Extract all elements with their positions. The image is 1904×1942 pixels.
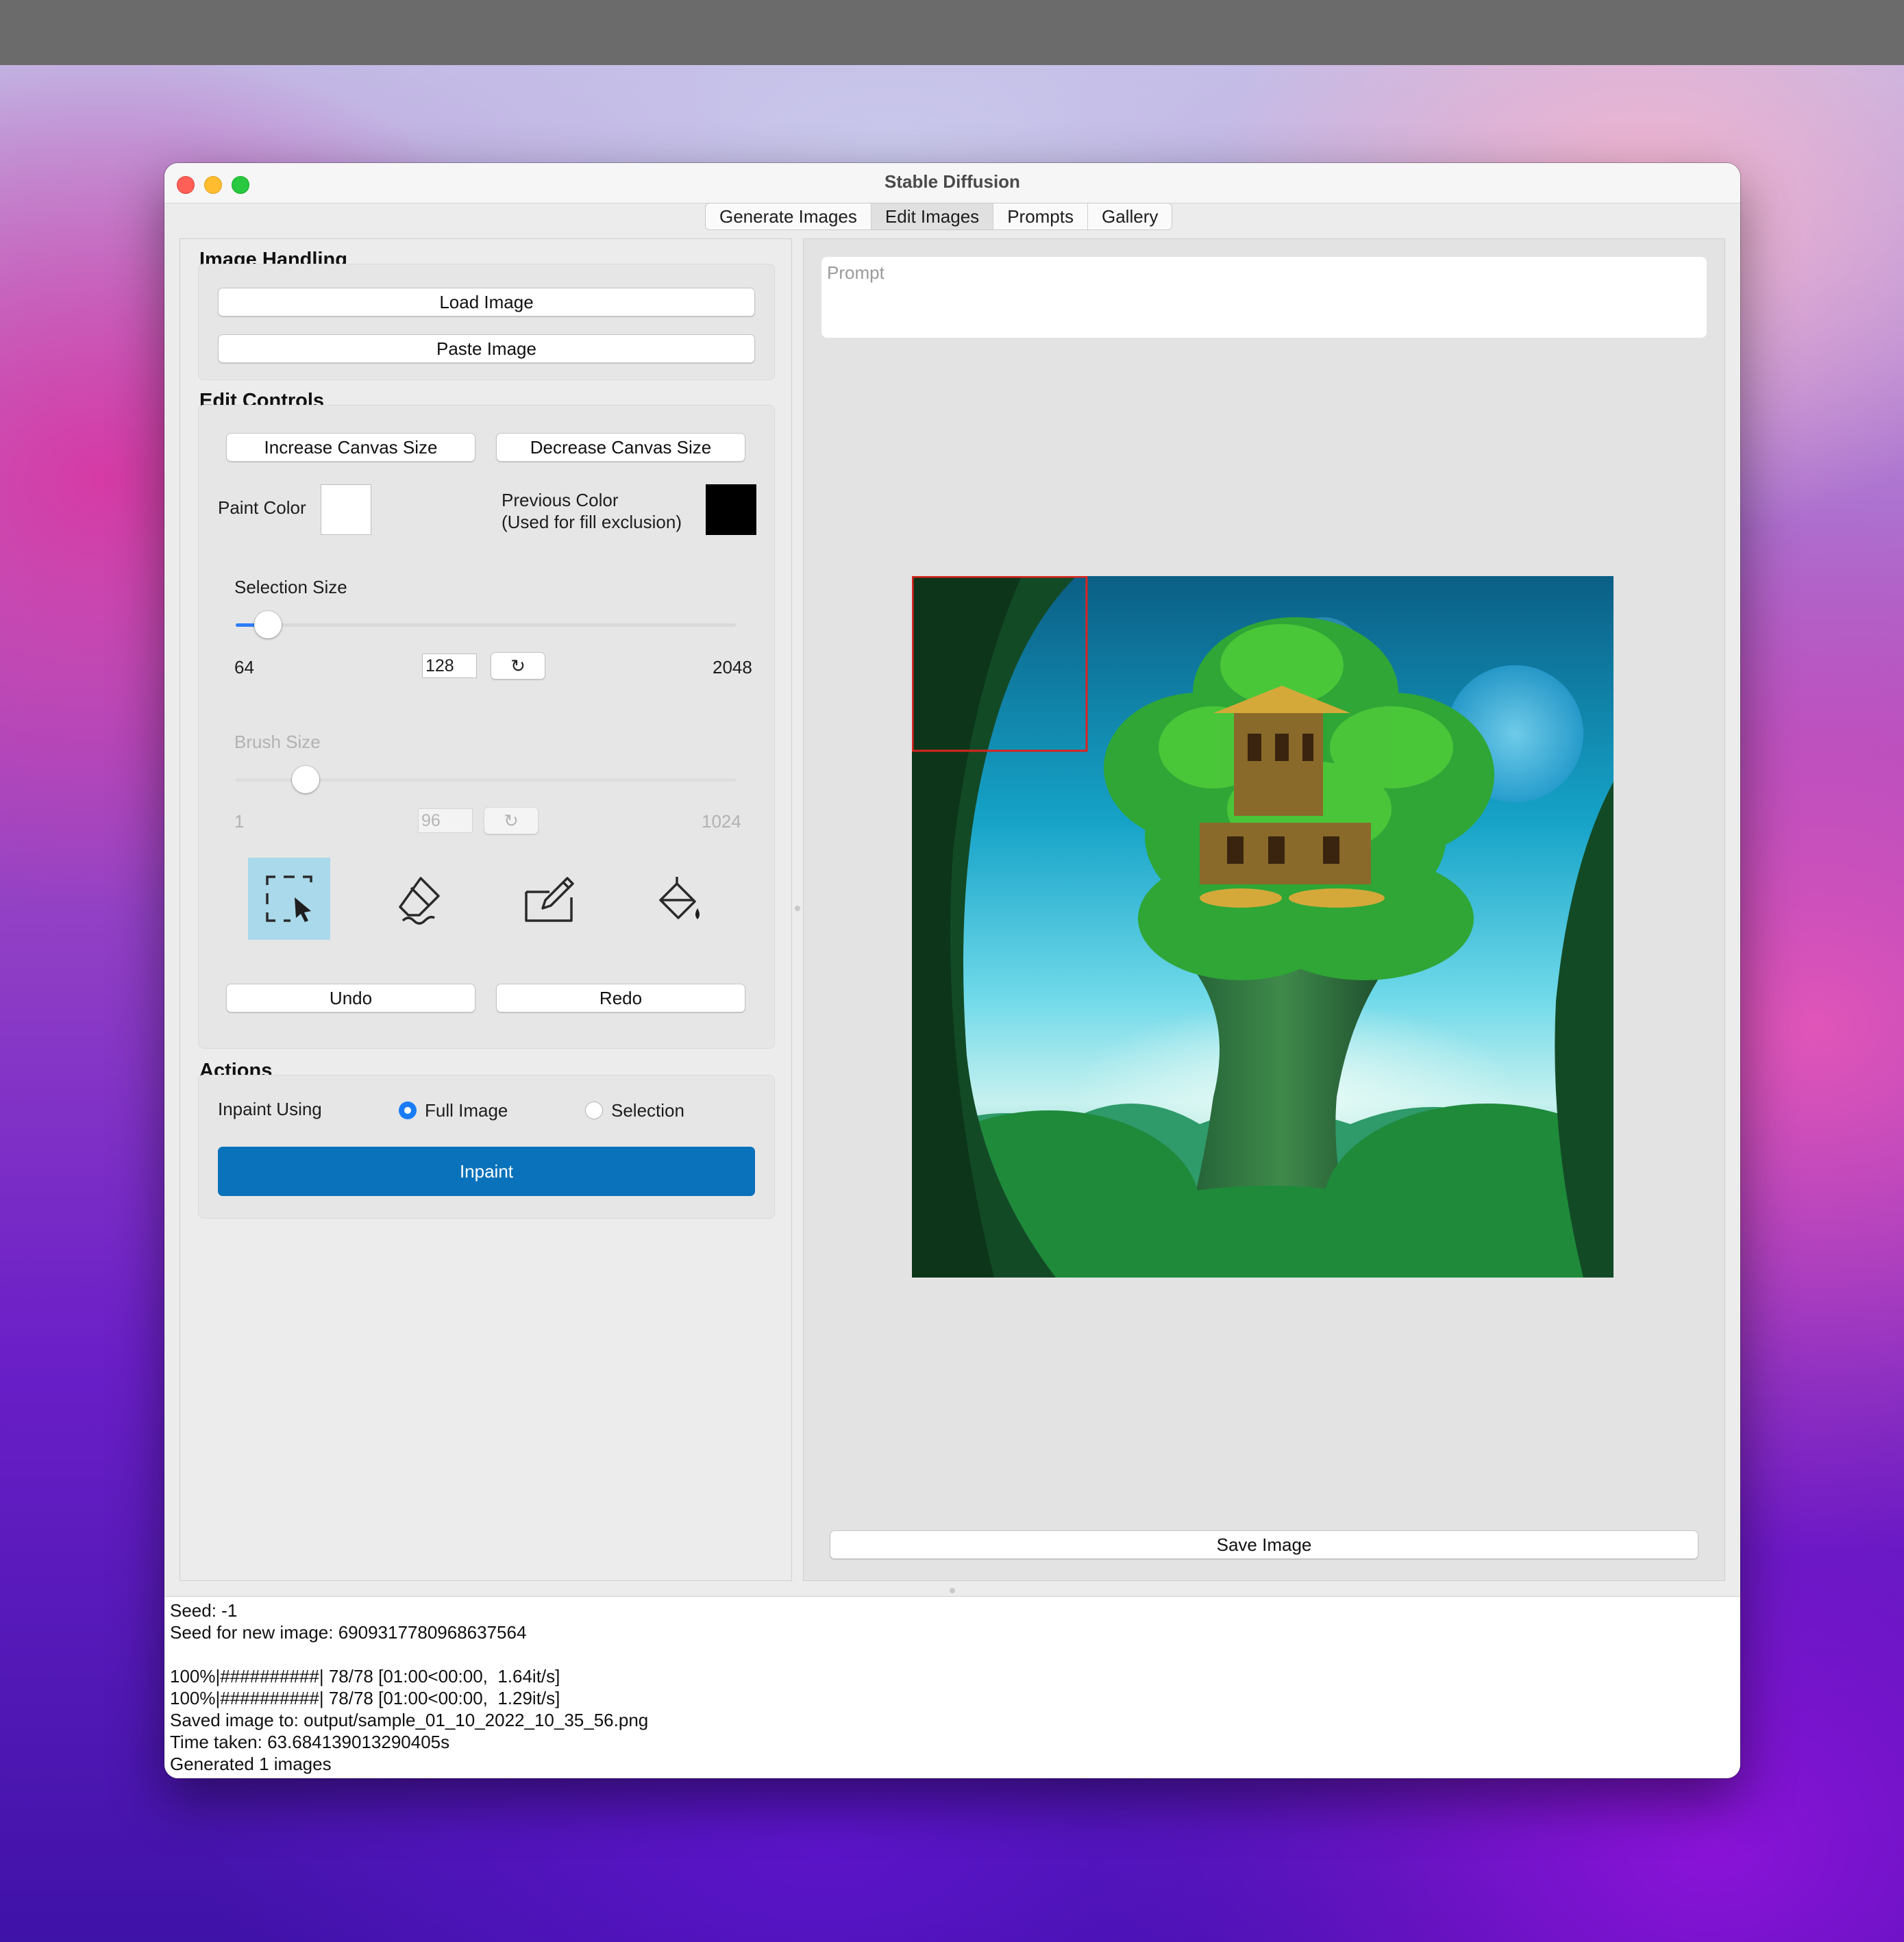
selection-size-label: Selection Size [234, 577, 347, 597]
undo-button[interactable]: Undo [226, 984, 475, 1012]
tab-gallery[interactable]: Gallery [1088, 203, 1172, 229]
tab-generate-images[interactable]: Generate Images [706, 203, 871, 229]
selection-radio[interactable] [585, 1101, 603, 1119]
previous-color-label-line1: Previous Color [502, 490, 619, 510]
full-image-option-label[interactable]: Full Image [425, 1100, 508, 1121]
selection-size-min: 64 [234, 657, 254, 677]
load-image-button[interactable]: Load Image [218, 288, 755, 316]
vertical-splitter-handle[interactable] [795, 906, 800, 911]
fill-tool-button[interactable] [639, 858, 721, 940]
previous-color-label-line2: (Used for fill exclusion) [502, 512, 682, 532]
log-line: Seed: -1 [170, 1600, 238, 1621]
selection-size-knob[interactable] [254, 611, 282, 638]
selection-size-reset-button[interactable]: ↻ [491, 652, 545, 680]
tab-prompts[interactable]: Prompts [993, 203, 1088, 229]
increase-canvas-size-button[interactable]: Increase Canvas Size [226, 433, 475, 462]
log-line: Seed for new image: 6909317780968637564 [170, 1622, 527, 1643]
decrease-canvas-size-button[interactable]: Decrease Canvas Size [496, 433, 745, 462]
paste-image-button[interactable]: Paste Image [218, 334, 755, 363]
edit-controls-group: Increase Canvas Size Decrease Canvas Siz… [198, 405, 775, 1049]
paint-color-swatch[interactable] [321, 484, 371, 535]
output-log[interactable]: Seed: -1 Seed for new image: 69093177809… [164, 1596, 1740, 1778]
paint-color-label: Paint Color [218, 497, 306, 518]
full-image-radio[interactable] [399, 1101, 417, 1119]
previous-color-label: Previous Color (Used for fill exclusion) [502, 489, 682, 533]
brush-size-max: 1024 [702, 811, 741, 832]
window-title: Stable Diffusion [885, 171, 1020, 192]
pencil-tool-button[interactable] [508, 858, 591, 940]
reset-icon: ↻ [504, 810, 519, 831]
selection-size-track[interactable] [236, 623, 736, 627]
actions-group: Inpaint Using Full Image Selection Inpai… [198, 1075, 775, 1219]
selection-option-label[interactable]: Selection [611, 1100, 684, 1121]
eraser-tool-icon [399, 877, 440, 925]
title-bar: Stable Diffusion [164, 163, 1740, 203]
log-line: Generated 1 images [170, 1754, 332, 1774]
brush-size-min: 1 [234, 811, 245, 832]
previous-color-swatch[interactable] [706, 484, 756, 535]
log-line: 100%|##########| 78/78 [01:00<00:00, 1.2… [170, 1688, 560, 1708]
tab-bar: Generate Images Edit Images Prompts Gall… [705, 203, 1173, 230]
selection-tool-icon [266, 875, 312, 922]
brush-size-label: Brush Size [234, 732, 321, 752]
brush-size-knob[interactable] [292, 766, 320, 793]
controls-panel: Image Handling Load Image Paste Image Ed… [180, 238, 792, 1581]
save-image-button[interactable]: Save Image [830, 1530, 1698, 1559]
log-line: 100%|##########| 78/78 [01:00<00:00, 1.6… [170, 1666, 560, 1686]
brush-size-input[interactable]: 96 [418, 808, 473, 833]
tab-edit-images[interactable]: Edit Images [871, 203, 994, 229]
treehouse-image [912, 576, 1614, 1278]
selection-size-max: 2048 [713, 657, 752, 677]
horizontal-splitter-handle[interactable] [950, 1588, 955, 1593]
prompt-input[interactable]: Prompt [821, 257, 1707, 338]
eraser-tool-button[interactable] [378, 858, 460, 940]
log-line: Saved image to: output/sample_01_10_2022… [170, 1710, 649, 1730]
log-line: Time taken: 63.684139013290405s [170, 1732, 450, 1752]
selection-tool-button[interactable] [248, 858, 330, 940]
brush-size-reset-button[interactable]: ↻ [484, 807, 539, 834]
pencil-tool-icon [525, 877, 574, 922]
fill-bucket-icon [659, 877, 700, 919]
reset-icon: ↻ [510, 656, 526, 676]
edit-canvas[interactable] [912, 576, 1614, 1278]
inpaint-button[interactable]: Inpaint [218, 1147, 755, 1196]
inpaint-using-label: Inpaint Using [218, 1099, 322, 1119]
redo-button[interactable]: Redo [496, 984, 745, 1012]
selection-size-input[interactable]: 128 [422, 653, 477, 678]
image-handling-group: Load Image Paste Image [198, 264, 775, 380]
desktop-menubar [0, 0, 1904, 65]
